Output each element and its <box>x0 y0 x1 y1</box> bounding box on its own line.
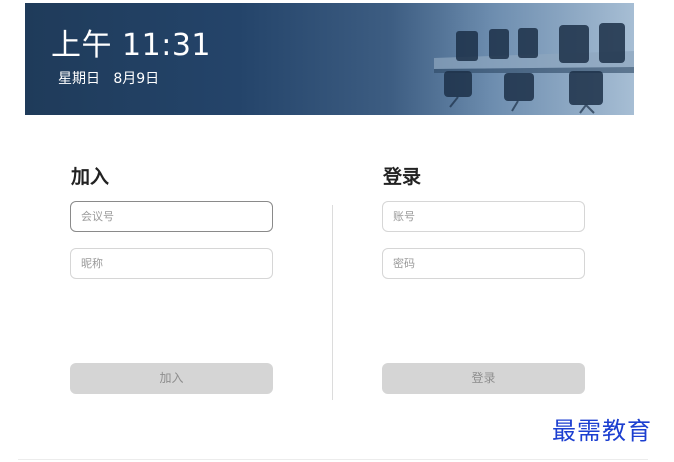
nickname-input[interactable] <box>70 248 273 279</box>
password-input[interactable] <box>382 248 585 279</box>
current-time: 上午 11:31 <box>51 28 211 63</box>
join-section-title: 加入 <box>71 166 110 188</box>
header-banner: 上午 11:31 星期日 8月9日 <box>25 3 634 115</box>
login-button[interactable]: 登录 <box>382 363 585 394</box>
meeting-room-image <box>394 3 634 115</box>
account-input[interactable] <box>382 201 585 232</box>
section-divider <box>332 205 333 400</box>
login-section-title: 登录 <box>383 166 422 188</box>
meeting-window: 上午 11:31 星期日 8月9日 加入 加入 登录 登录 最需教育 <box>0 0 674 462</box>
bottom-divider <box>18 459 648 460</box>
meeting-id-input[interactable] <box>70 201 273 232</box>
join-button[interactable]: 加入 <box>70 363 273 394</box>
watermark-text: 最需教育 <box>552 417 652 445</box>
current-date: 星期日 8月9日 <box>58 71 160 87</box>
